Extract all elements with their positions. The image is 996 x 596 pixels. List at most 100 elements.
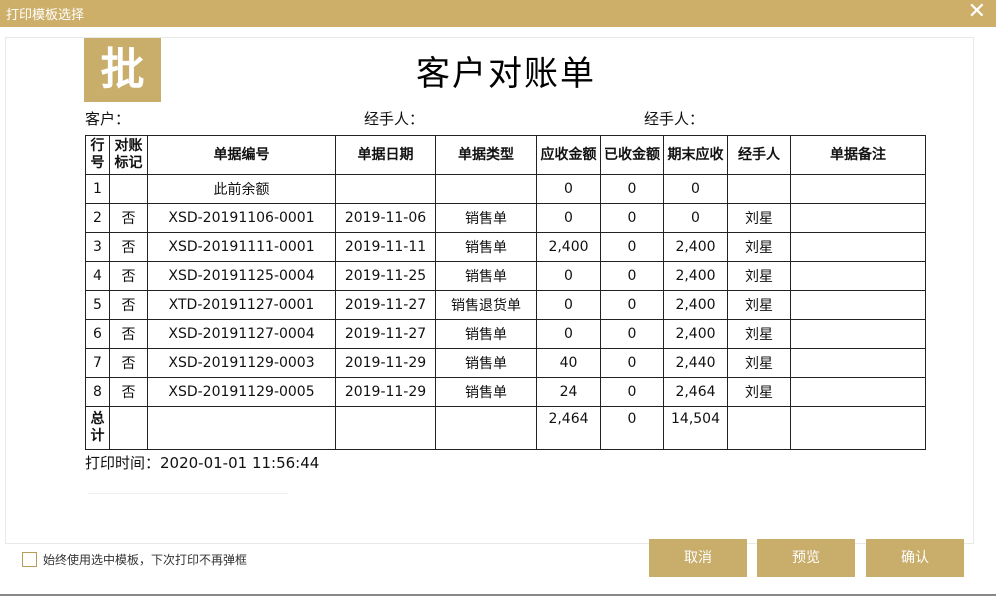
table-cell: [435, 406, 537, 450]
handler-label: 经手人：: [364, 110, 425, 128]
table-cell: [147, 406, 336, 450]
table-cell: 0: [663, 174, 728, 204]
table-row: 4 否 XSD-20191125-0004 2019-11-25 销售单 0 0 2,400 刘…: [85, 261, 926, 291]
table-cell: 0: [536, 290, 601, 320]
company-logo: 批: [84, 38, 161, 102]
table-cell: 2019-11-11: [335, 232, 436, 262]
table-cell: [109, 406, 148, 450]
table-cell: 2019-11-27: [335, 290, 436, 320]
column-header: 单据日期: [335, 135, 436, 175]
table-cell: 2019-11-29: [335, 377, 436, 407]
table-cell: [790, 377, 926, 407]
table-cell: 刘星: [727, 377, 791, 407]
table-cell: 否: [109, 290, 148, 320]
table-cell: XSD-20191106-0001: [147, 203, 336, 233]
total-label: 总计: [85, 406, 110, 450]
cancel-button[interactable]: 取消: [649, 539, 747, 577]
table-cell: 0: [536, 319, 601, 349]
table-cell: 此前余额: [147, 174, 336, 204]
table-cell: XSD-20191125-0004: [147, 261, 336, 291]
table-cell: 2: [85, 203, 110, 233]
table-cell: 2,400: [663, 232, 728, 262]
table-cell: 销售单: [435, 203, 537, 233]
document-title: 客户对账单: [416, 54, 596, 94]
table-cell: 0: [600, 261, 664, 291]
table-cell: 2,464: [663, 377, 728, 407]
confirm-button[interactable]: 确认: [866, 539, 964, 577]
column-header: 单据备注: [790, 135, 926, 175]
table-cell: 销售退货单: [435, 290, 537, 320]
table-cell: 0: [536, 203, 601, 233]
table-cell: 刘星: [727, 232, 791, 262]
dialog-body: 批 客户对账单 客户： 经手人： 经手人： 行号对账 标记 单据编号 单据日期 单据类型…: [0, 27, 996, 594]
table-cell: 4: [85, 261, 110, 291]
table-cell: 销售单: [435, 232, 537, 262]
table-cell: [109, 174, 148, 204]
table-cell: 0: [600, 232, 664, 262]
table-cell: 刘星: [727, 261, 791, 291]
table-cell: 5: [85, 290, 110, 320]
statement-table: 行号对账 标记 单据编号 单据日期 单据类型 应收金额 已收金额 期末应收 经手人 单据备注 1 此…: [85, 135, 926, 450]
column-header: 已收金额: [600, 135, 664, 175]
table-cell: 否: [109, 261, 148, 291]
table-cell: [790, 290, 926, 320]
table-cell: 0: [536, 261, 601, 291]
table-cell: 0: [600, 348, 664, 378]
table-cell: 销售单: [435, 348, 537, 378]
checkbox-label: 始终使用选中模板，下次打印不再弹框: [43, 553, 248, 567]
table-cell: 0: [600, 290, 664, 320]
table-cell: 销售单: [435, 377, 537, 407]
table-row: 6 否 XSD-20191127-0004 2019-11-27 销售单 0 0 2,400 刘…: [85, 319, 926, 349]
column-header: 经手人: [727, 135, 791, 175]
title-bar: 打印模板选择 ✕: [0, 0, 996, 27]
table-cell: [435, 174, 537, 204]
table-cell: 否: [109, 348, 148, 378]
table-cell: 否: [109, 203, 148, 233]
table-cell: 0: [663, 203, 728, 233]
table-cell: 7: [85, 348, 110, 378]
table-cell: 8: [85, 377, 110, 407]
table-cell: 2,400: [536, 232, 601, 262]
table-cell: 刘星: [727, 348, 791, 378]
window-title: 打印模板选择: [6, 8, 85, 23]
table-cell: 否: [109, 232, 148, 262]
table-cell: [790, 319, 926, 349]
table-cell: 2019-11-29: [335, 348, 436, 378]
table-cell: [727, 174, 791, 204]
table-cell: XSD-20191129-0003: [147, 348, 336, 378]
column-header: 对账 标记: [109, 135, 148, 175]
checkbox-box[interactable]: [22, 552, 37, 567]
table-cell: 6: [85, 319, 110, 349]
table-cell: [727, 406, 791, 450]
table-cell: 3: [85, 232, 110, 262]
close-icon[interactable]: ✕: [968, 1, 986, 23]
customer-label: 客户：: [85, 110, 131, 128]
column-header: 应收金额: [536, 135, 601, 175]
table-cell: XSD-20191129-0005: [147, 377, 336, 407]
table-cell: 0: [600, 406, 664, 450]
table-cell: 刘星: [727, 203, 791, 233]
table-cell: 40: [536, 348, 601, 378]
print-preview-sheet: 批 客户对账单 客户： 经手人： 经手人： 行号对账 标记 单据编号 单据日期 单据类型…: [5, 37, 974, 544]
table-cell: XTD-20191127-0001: [147, 290, 336, 320]
table-cell: 刘星: [727, 290, 791, 320]
table-row: 5 否 XTD-20191127-0001 2019-11-27 销售退货单 0 0 2,40…: [85, 290, 926, 320]
table-cell: 2019-11-25: [335, 261, 436, 291]
table-cell: 2,464: [536, 406, 601, 450]
table-cell: 2,400: [663, 290, 728, 320]
column-header: 单据类型: [435, 135, 537, 175]
table-row: 1 此前余额 0 0 0: [85, 174, 926, 204]
table-cell: 2,440: [663, 348, 728, 378]
table-cell: 1: [85, 174, 110, 204]
table-cell: 24: [536, 377, 601, 407]
table-cell: 0: [536, 174, 601, 204]
total-row: 总计 2,464 0 14,504: [85, 406, 926, 450]
table-cell: 销售单: [435, 261, 537, 291]
table-cell: [790, 348, 926, 378]
column-header: 行号: [85, 135, 110, 175]
table-cell: 刘星: [727, 319, 791, 349]
print-time: 打印时间：2020-01-01 11:56:44: [85, 454, 320, 472]
always-use-template-checkbox[interactable]: 始终使用选中模板，下次打印不再弹框: [22, 551, 247, 568]
table-cell: 14,504: [663, 406, 728, 450]
preview-button[interactable]: 预览: [757, 539, 855, 577]
